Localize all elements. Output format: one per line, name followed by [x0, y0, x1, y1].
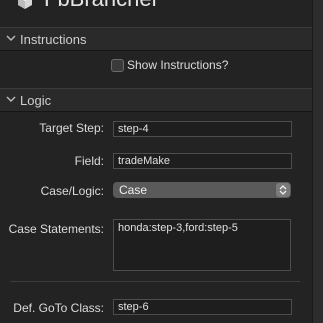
target-step-input[interactable]: step-4 — [113, 121, 292, 137]
def-goto-class-input[interactable]: step-6 — [113, 299, 292, 315]
section-logic-header[interactable]: Logic — [0, 88, 312, 112]
window-title: FbBrancher — [44, 0, 159, 12]
field-label: Field: — [74, 154, 104, 168]
cube-icon — [18, 0, 32, 9]
section-instructions-header[interactable]: Instructions — [0, 27, 312, 51]
inspector-panel: FbBrancher Instructions Show Instruction… — [0, 0, 312, 323]
section-logic-label: Logic — [20, 93, 52, 108]
show-instructions-checkbox[interactable] — [111, 59, 124, 72]
chevron-down-icon — [6, 35, 16, 41]
up-down-arrows-icon — [276, 183, 290, 197]
case-statements-textarea[interactable]: honda:step-3,ford:step-5 — [113, 219, 291, 271]
target-step-label: Target Step: — [39, 121, 104, 135]
show-instructions-label[interactable]: Show Instructions? — [127, 58, 228, 72]
field-input[interactable]: tradeMake — [113, 153, 292, 169]
chevron-down-icon — [6, 96, 16, 102]
def-goto-class-label: Def. GoTo Class: — [13, 301, 104, 315]
case-logic-select[interactable]: Case — [113, 182, 291, 198]
section-instructions-label: Instructions — [20, 32, 87, 47]
case-logic-label: Case/Logic: — [40, 184, 104, 198]
case-statements-label: Case Statements: — [8, 222, 104, 236]
divider — [10, 281, 300, 282]
scrollbar[interactable] — [312, 0, 323, 323]
case-logic-value: Case — [119, 183, 148, 197]
title-bar: FbBrancher — [0, 0, 312, 12]
